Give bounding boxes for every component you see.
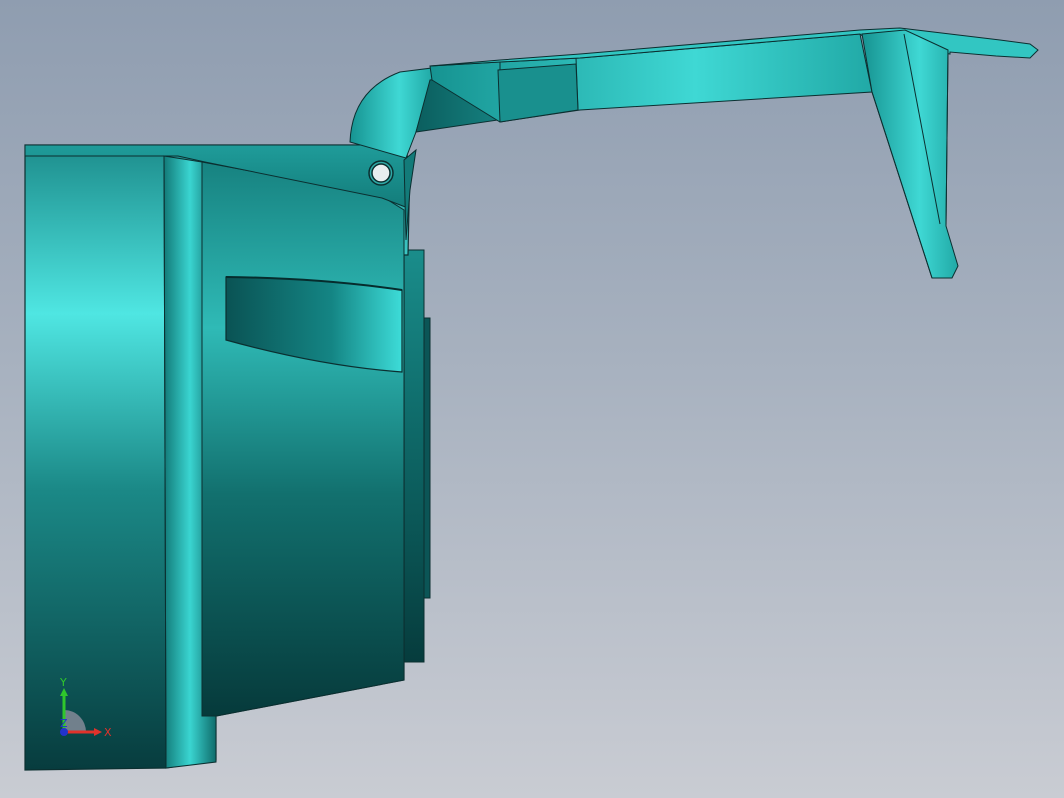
x-axis-label: X: [104, 726, 112, 739]
z-axis-label: Z: [60, 717, 68, 730]
y-axis-label: Y: [59, 676, 67, 689]
lid-arm: [415, 27, 1039, 279]
graphics-viewport[interactable]: Y X Z: [0, 0, 1064, 798]
rear-flange: [403, 249, 431, 663]
cad-model-view[interactable]: [0, 0, 1064, 798]
coordinate-triad: Y X Z: [59, 676, 112, 739]
